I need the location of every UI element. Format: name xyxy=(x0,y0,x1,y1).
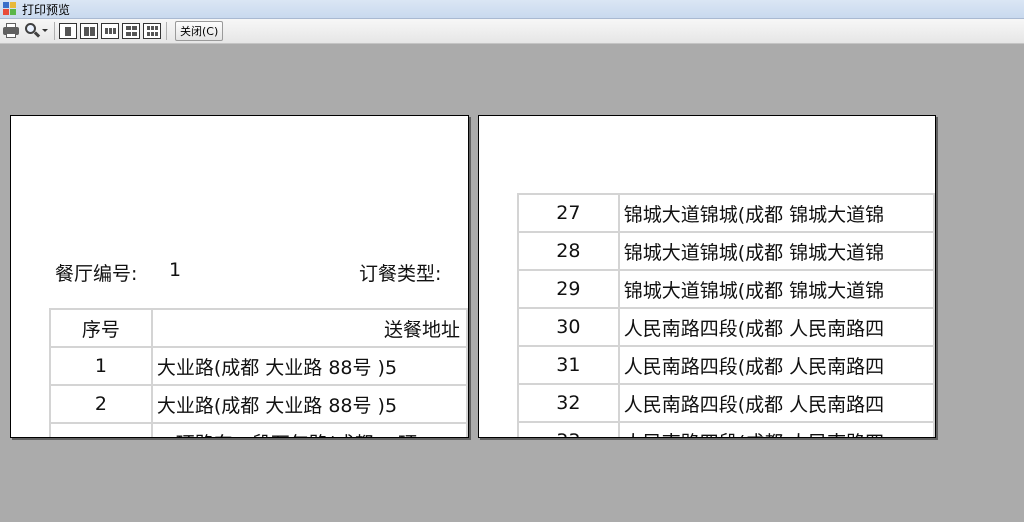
app-icon xyxy=(3,2,17,16)
cell-no xyxy=(49,422,153,437)
three-pages-icon[interactable] xyxy=(101,23,119,39)
cell-address: 锦城大道锦城(成都 锦城大道锦 xyxy=(617,193,935,233)
cell-no: 2 xyxy=(49,384,153,424)
restaurant-id-value: 1 xyxy=(169,259,182,281)
cell-address: 大业路(成都 大业路 88号 )5 xyxy=(150,346,468,386)
window-title: 打印预览 xyxy=(22,2,71,17)
restaurant-id-label: 餐厅编号: xyxy=(55,263,138,285)
table-row: 32 人民南路四段(成都 人民南路四 xyxy=(517,383,935,423)
table-row: 30 人民南路四段(成都 人民南路四 xyxy=(517,307,935,347)
print-icon[interactable] xyxy=(2,21,20,41)
six-pages-icon[interactable] xyxy=(143,23,161,39)
preview-page-2: 27 锦城大道锦城(成都 锦城大道锦 28 锦城大道锦城(成都 锦城大道锦 29… xyxy=(478,115,936,438)
cell-no: 29 xyxy=(517,269,620,309)
cell-no: 27 xyxy=(517,193,620,233)
table-row: 1 大业路(成都 大业路 88号 )5 xyxy=(49,346,468,386)
column-header-address: 送餐地址 xyxy=(150,308,468,348)
one-page-icon[interactable] xyxy=(59,23,77,39)
cell-no: 32 xyxy=(517,383,620,423)
table-row: 二环路东二段万年路(成都 二环 xyxy=(49,422,468,437)
cell-address: 锦城大道锦城(成都 锦城大道锦 xyxy=(617,231,935,271)
cell-address: 人民南路四段(成都 人民南路四 xyxy=(617,307,935,347)
title-bar: 打印预览 xyxy=(0,0,1024,19)
table-header-row: 序号 送餐地址 xyxy=(49,308,468,348)
cell-no: 31 xyxy=(517,345,620,385)
cell-address: 人民南路四段(成都 人民南路四 xyxy=(617,345,935,385)
zoom-icon[interactable] xyxy=(23,21,49,41)
toolbar-separator xyxy=(54,22,55,40)
cell-no: 30 xyxy=(517,307,620,347)
table-row: 2 大业路(成都 大业路 88号 )5 xyxy=(49,384,468,424)
four-pages-icon[interactable] xyxy=(122,23,140,39)
order-type-label: 订餐类型: xyxy=(359,263,442,285)
cell-address: 大业路(成都 大业路 88号 )5 xyxy=(150,384,468,424)
cell-no: 28 xyxy=(517,231,620,271)
order-table: 序号 送餐地址 1 大业路(成都 大业路 88号 )5 2 大业路(成都 大业路… xyxy=(49,308,468,437)
two-pages-icon[interactable] xyxy=(80,23,98,39)
table-row: 31 人民南路四段(成都 人民南路四 xyxy=(517,345,935,385)
toolbar: 关闭(C) xyxy=(0,19,1024,44)
order-table-continued: 27 锦城大道锦城(成都 锦城大道锦 28 锦城大道锦城(成都 锦城大道锦 29… xyxy=(517,193,935,437)
table-row: 27 锦城大道锦城(成都 锦城大道锦 xyxy=(517,193,935,233)
cell-address: 二环路东二段万年路(成都 二环 xyxy=(150,422,468,437)
toolbar-separator xyxy=(166,22,167,40)
table-row: 33 人民南路四段(成都 人民南路四 xyxy=(517,421,935,437)
cell-address: 锦城大道锦城(成都 锦城大道锦 xyxy=(617,269,935,309)
cell-no: 1 xyxy=(49,346,153,386)
cell-no: 33 xyxy=(517,421,620,437)
table-row: 28 锦城大道锦城(成都 锦城大道锦 xyxy=(517,231,935,271)
table-row: 29 锦城大道锦城(成都 锦城大道锦 xyxy=(517,269,935,309)
cell-address: 人民南路四段(成都 人民南路四 xyxy=(617,383,935,423)
cell-address: 人民南路四段(成都 人民南路四 xyxy=(617,421,935,437)
close-button[interactable]: 关闭(C) xyxy=(175,21,224,41)
preview-page-1: 餐厅编号: 1 订餐类型: 序号 送餐地址 1 大业路(成都 大业路 88号 )… xyxy=(10,115,469,438)
column-header-no: 序号 xyxy=(49,308,153,348)
